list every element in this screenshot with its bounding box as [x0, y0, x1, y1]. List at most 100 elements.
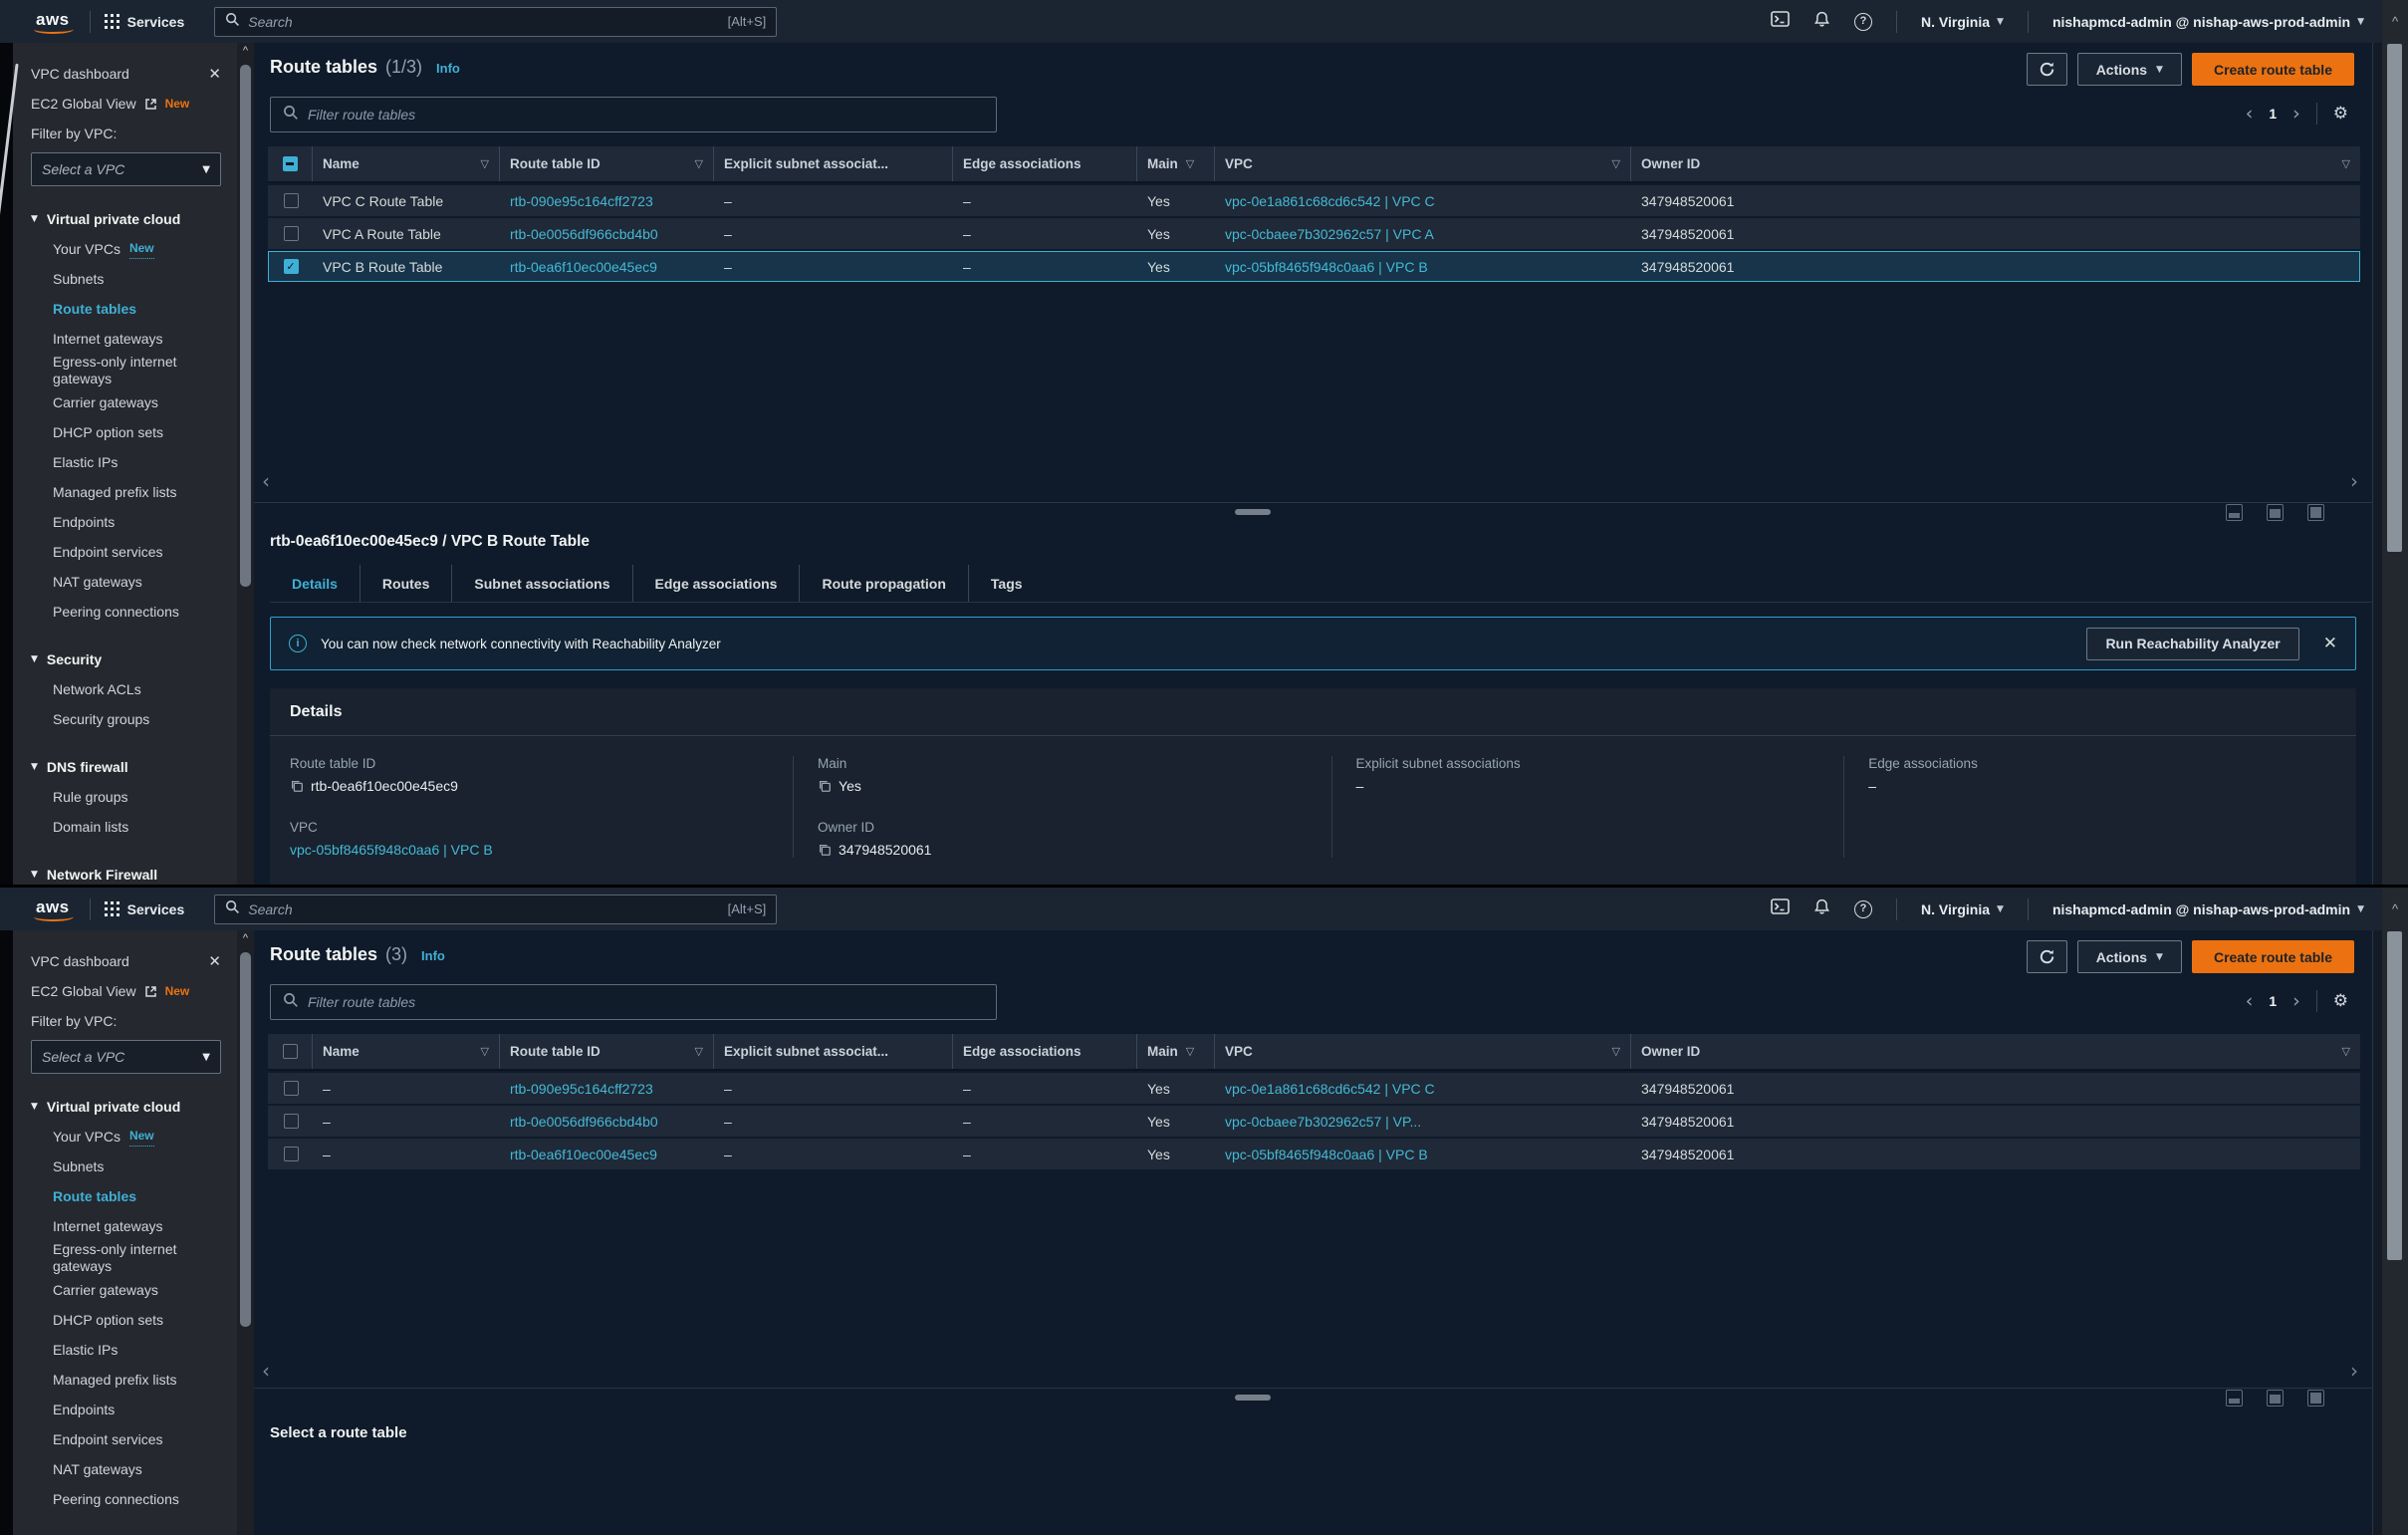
col-owner-id[interactable]: Owner ID: [1641, 1044, 1700, 1059]
sidebar-nav-entry[interactable]: ▼ Endpoints: [31, 507, 221, 537]
col-edge-associations[interactable]: Edge associations: [963, 156, 1082, 171]
sidebar-nav-entry[interactable]: ▼ Route tables: [31, 1181, 221, 1211]
filter-route-tables-input[interactable]: Filter route tables: [270, 97, 997, 132]
cloudshell-icon[interactable]: [1771, 898, 1790, 919]
table-row[interactable]: ✓ – rtb-0e0056df966cbd4b0 – – Yes vpc-0c…: [268, 1106, 2360, 1137]
sidebar-nav-entry[interactable]: ▼ Endpoints: [31, 1395, 221, 1424]
detail-tab[interactable]: Routes: [361, 565, 452, 602]
row-checkbox[interactable]: ✓: [284, 1114, 299, 1129]
help-icon[interactable]: ?: [1854, 900, 1872, 918]
table-row[interactable]: ✓ VPC B Route Table rtb-0ea6f10ec00e45ec…: [268, 251, 2360, 282]
splitter-drag-handle[interactable]: [1235, 1395, 1271, 1401]
panel-layout-half-icon[interactable]: [2267, 504, 2284, 521]
sidebar-nav-entry[interactable]: ▼ Domain lists: [31, 812, 221, 842]
filter-route-tables-input[interactable]: Filter route tables: [270, 984, 997, 1020]
vpc-select-dropdown[interactable]: Select a VPC ▼: [31, 152, 221, 186]
actions-button[interactable]: Actions ▼: [2077, 940, 2182, 973]
col-route-table-id[interactable]: Route table ID: [510, 156, 601, 171]
services-menu[interactable]: Services: [105, 901, 185, 917]
row-checkbox[interactable]: ✓: [284, 259, 299, 274]
sidebar-nav-entry[interactable]: ▼ Subnets: [31, 264, 221, 294]
cell-vpc-link[interactable]: vpc-0e1a861c68cd6c542 | VPC C: [1215, 1081, 1631, 1097]
info-link[interactable]: Info: [436, 61, 460, 76]
sidebar-nav-entry[interactable]: ▼ Internet gateways: [31, 324, 221, 354]
col-owner-id[interactable]: Owner ID: [1641, 156, 1700, 171]
sidebar-scrollbar[interactable]: ^: [237, 43, 254, 885]
account-menu[interactable]: nishapmcd-admin @ nishap-aws-prod-admin …: [2052, 901, 2364, 917]
run-reachability-analyzer-button[interactable]: Run Reachability Analyzer: [2086, 628, 2298, 660]
col-main[interactable]: Main: [1147, 1044, 1178, 1059]
scroll-up-icon[interactable]: ^: [2382, 14, 2408, 29]
col-main[interactable]: Main: [1147, 156, 1178, 171]
vpc-select-dropdown[interactable]: Select a VPC ▼: [31, 1040, 221, 1074]
col-edge-associations[interactable]: Edge associations: [963, 1044, 1082, 1059]
table-row[interactable]: ✓ – rtb-090e95c164cff2723 – – Yes vpc-0e…: [268, 1073, 2360, 1104]
filter-icon[interactable]: ▽: [1612, 157, 1620, 170]
cell-vpc-link[interactable]: vpc-0cbaee7b302962c57 | VP...: [1215, 1114, 1631, 1130]
sidebar-nav-entry[interactable]: ▼ DHCP option sets: [31, 417, 221, 447]
cell-vpc-link[interactable]: vpc-05bf8465f948c0aa6 | VPC B: [1215, 259, 1631, 275]
pane-splitter[interactable]: [254, 1388, 2372, 1406]
account-menu[interactable]: nishapmcd-admin @ nishap-aws-prod-admin …: [2052, 14, 2364, 30]
banner-close-icon[interactable]: ✕: [2323, 634, 2337, 653]
col-vpc[interactable]: VPC: [1225, 156, 1253, 171]
aws-logo[interactable]: aws: [30, 10, 76, 34]
cell-vpc-link[interactable]: vpc-05bf8465f948c0aa6 | VPC B: [1215, 1147, 1631, 1162]
hscroll-right-icon[interactable]: ›: [2350, 469, 2358, 493]
cell-route-table-id-link[interactable]: rtb-090e95c164cff2723: [500, 193, 714, 209]
services-menu[interactable]: Services: [105, 14, 185, 30]
filter-icon[interactable]: ▽: [2342, 1045, 2350, 1058]
refresh-button[interactable]: [2027, 940, 2067, 973]
sidebar-nav-entry[interactable]: ▼ Network Firewall: [31, 860, 221, 885]
sidebar-scrollbar[interactable]: ^: [237, 930, 254, 1535]
notifications-bell-icon[interactable]: [1813, 898, 1830, 920]
create-route-table-button[interactable]: Create route table: [2192, 940, 2354, 973]
scrollbar-thumb[interactable]: [2387, 931, 2402, 1260]
prev-page-icon[interactable]: ‹: [2246, 105, 2254, 124]
scroll-up-icon[interactable]: ^: [237, 45, 254, 57]
detail-tab[interactable]: Tags: [969, 565, 1045, 602]
current-page[interactable]: 1: [2269, 993, 2277, 1009]
pane-splitter[interactable]: [254, 502, 2372, 520]
sidebar-nav-entry[interactable]: ▼ Network ACLs: [31, 674, 221, 704]
sidebar-nav-entry[interactable]: ▼ NAT gateways: [31, 567, 221, 597]
filter-icon[interactable]: ▽: [695, 1045, 703, 1058]
sidebar-nav-entry[interactable]: ▼ Virtual private cloud: [31, 1092, 221, 1122]
col-explicit-subnet[interactable]: Explicit subnet associat...: [724, 156, 888, 171]
col-vpc[interactable]: VPC: [1225, 1044, 1253, 1059]
scrollbar-thumb[interactable]: [240, 952, 251, 1327]
sidebar-nav-entry[interactable]: ▼ Egress-only internet gateways: [31, 1241, 221, 1275]
cell-route-table-id-link[interactable]: rtb-090e95c164cff2723: [500, 1081, 714, 1097]
next-page-icon[interactable]: ›: [2292, 992, 2300, 1011]
cell-route-table-id-link[interactable]: rtb-0e0056df966cbd4b0: [500, 1114, 714, 1130]
detail-tab[interactable]: Edge associations: [633, 565, 801, 602]
preferences-gear-icon[interactable]: ⚙: [2333, 104, 2348, 124]
col-name[interactable]: Name: [323, 156, 360, 171]
filter-icon[interactable]: ▽: [481, 157, 489, 170]
hscroll-right-icon[interactable]: ›: [2350, 1359, 2358, 1383]
sidebar-nav-entry[interactable]: ▼ Peering connections: [31, 597, 221, 627]
sidebar-nav-entry[interactable]: ▼ Your VPCs New: [31, 1122, 221, 1151]
sidebar-nav-entry[interactable]: ▼ Carrier gateways: [31, 387, 221, 417]
filter-icon[interactable]: ▽: [695, 157, 703, 170]
sidebar-nav-entry[interactable]: ▼ Managed prefix lists: [31, 477, 221, 507]
cell-route-table-id-link[interactable]: rtb-0e0056df966cbd4b0: [500, 226, 714, 242]
hscroll-left-icon[interactable]: ‹: [262, 1359, 270, 1383]
preferences-gear-icon[interactable]: ⚙: [2333, 991, 2348, 1011]
table-row[interactable]: ✓ VPC C Route Table rtb-090e95c164cff272…: [268, 185, 2360, 216]
region-selector[interactable]: N. Virginia ▼: [1921, 14, 2004, 30]
sidebar-nav-entry[interactable]: ▼ Elastic IPs: [31, 1335, 221, 1365]
sidebar-nav-entry[interactable]: ▼ Elastic IPs: [31, 447, 221, 477]
cell-vpc-link[interactable]: vpc-0e1a861c68cd6c542 | VPC C: [1215, 193, 1631, 209]
page-scrollbar[interactable]: ^: [2382, 888, 2408, 1535]
sidebar-nav-entry[interactable]: ▼ Route tables: [31, 294, 221, 324]
aws-logo[interactable]: aws: [30, 897, 76, 921]
panel-layout-half-icon[interactable]: [2267, 1390, 2284, 1407]
panel-layout-full-icon[interactable]: [2307, 1390, 2324, 1407]
row-checkbox[interactable]: ✓: [284, 193, 299, 208]
scrollbar-thumb[interactable]: [240, 65, 251, 587]
sidebar-nav-entry[interactable]: ▼ Subnets: [31, 1151, 221, 1181]
global-search-input[interactable]: Search [Alt+S]: [214, 7, 777, 37]
table-row[interactable]: ✓ – rtb-0ea6f10ec00e45ec9 – – Yes vpc-05…: [268, 1139, 2360, 1169]
panel-layout-full-icon[interactable]: [2307, 504, 2324, 521]
